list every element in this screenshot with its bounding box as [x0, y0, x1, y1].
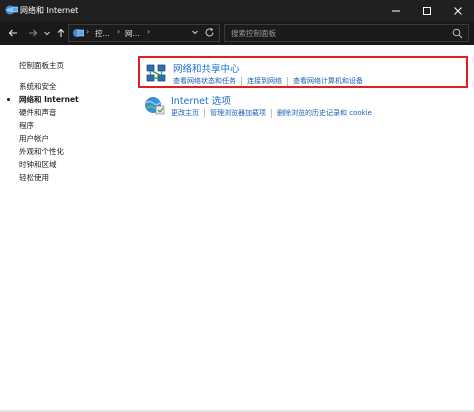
breadcrumb-separator: ›: [147, 27, 151, 36]
address-bar[interactable]: › 控... › 网... ›: [68, 24, 220, 42]
sidebar-item-clock-region[interactable]: 时钟和区域: [19, 158, 79, 171]
sidebar: 控制面板主页 系统和安全 网络和 Internet 硬件和声音 程序 用户帐户 …: [0, 45, 135, 412]
sidebar-category-list: 系统和安全 网络和 Internet 硬件和声音 程序 用户帐户 外观和个性化 …: [7, 80, 79, 184]
breadcrumb-control-panel[interactable]: 控...: [95, 28, 110, 39]
view-network-status-link[interactable]: 查看网络状态和任务: [173, 77, 236, 85]
arrow-right-icon: [29, 29, 38, 37]
sidebar-item-hardware-sound[interactable]: 硬件和声音: [19, 106, 79, 119]
title-bar: 网络和 Internet: [0, 0, 474, 21]
breadcrumb-separator: ›: [86, 27, 90, 36]
minimize-button[interactable]: [382, 0, 410, 21]
connect-to-network-link[interactable]: 连接到网络: [247, 77, 282, 85]
chevron-down-icon: [44, 31, 50, 36]
recent-locations-button[interactable]: [42, 25, 52, 41]
sidebar-item-appearance[interactable]: 外观和个性化: [19, 145, 79, 158]
link-divider: [204, 108, 205, 118]
maximize-icon: [423, 6, 431, 15]
sidebar-home-link[interactable]: 控制面板主页: [19, 60, 64, 71]
close-button[interactable]: [444, 0, 472, 21]
maximize-button[interactable]: [413, 0, 441, 21]
link-divider: [271, 108, 272, 118]
category-internet-options: Internet 选项 更改主页 管理浏览器加载项 删除浏览的历史记录和 cooki…: [138, 90, 468, 122]
link-divider: [287, 76, 288, 86]
address-dropdown-icon[interactable]: [191, 28, 199, 38]
arrow-left-icon: [8, 29, 17, 37]
arrow-up-icon: [57, 28, 65, 37]
delete-history-link[interactable]: 删除浏览的历史记录和 cookie: [277, 109, 372, 117]
search-placeholder: 搜索控制面板: [231, 29, 276, 38]
refresh-icon[interactable]: [204, 27, 215, 41]
search-icon[interactable]: [452, 28, 463, 39]
forward-button[interactable]: [26, 25, 40, 41]
minimize-icon: [392, 10, 400, 11]
sidebar-item-network-internet[interactable]: 网络和 Internet: [7, 93, 79, 106]
up-button[interactable]: [54, 25, 68, 41]
sidebar-item-user-accounts[interactable]: 用户帐户: [19, 132, 79, 145]
category-network-sharing: 网络和共享中心 查看网络状态和任务 连接到网络 查看网络计算机和设备: [138, 56, 468, 88]
sidebar-item-programs[interactable]: 程序: [19, 119, 79, 132]
active-indicator: [7, 98, 10, 101]
back-button[interactable]: [6, 25, 20, 41]
category-links: 更改主页 管理浏览器加载项 删除浏览的历史记录和 cookie: [171, 108, 372, 118]
sidebar-item-label: 网络和 Internet: [19, 95, 79, 104]
breadcrumb-separator: ›: [117, 27, 121, 36]
window-title: 网络和 Internet: [20, 6, 79, 15]
category-title-network-sharing[interactable]: 网络和共享中心: [173, 61, 240, 75]
sidebar-item-system-security[interactable]: 系统和安全: [19, 80, 79, 93]
network-sharing-icon[interactable]: [145, 62, 167, 84]
breadcrumb-network-internet[interactable]: 网...: [125, 28, 140, 39]
navigation-bar: › 控... › 网... › 搜索控制面板: [0, 21, 474, 45]
internet-options-icon[interactable]: [143, 94, 165, 116]
link-divider: [241, 76, 242, 86]
view-network-computers-link[interactable]: 查看网络计算机和设备: [293, 77, 363, 85]
category-title-internet-options[interactable]: Internet 选项: [171, 93, 231, 107]
control-panel-icon: [72, 27, 85, 41]
sidebar-item-ease-of-access[interactable]: 轻松使用: [19, 171, 79, 184]
change-home-page-link[interactable]: 更改主页: [171, 109, 199, 117]
close-icon: [454, 6, 462, 15]
network-app-icon: [5, 4, 19, 16]
manage-addons-link[interactable]: 管理浏览器加载项: [210, 109, 266, 117]
search-box[interactable]: 搜索控制面板: [224, 24, 469, 42]
category-links: 查看网络状态和任务 连接到网络 查看网络计算机和设备: [173, 76, 363, 86]
